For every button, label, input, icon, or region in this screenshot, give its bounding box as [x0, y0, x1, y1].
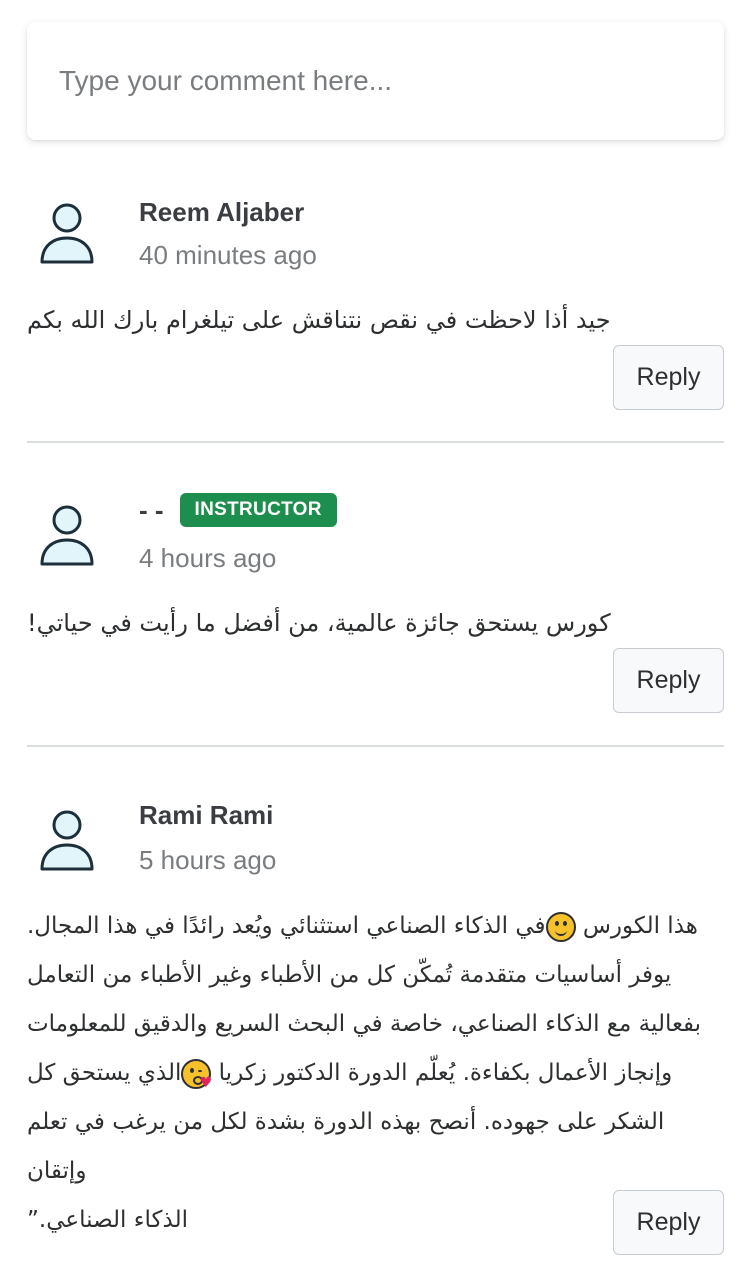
comment-time: 5 hours ago	[139, 845, 277, 875]
reply-button[interactable]: Reply	[613, 648, 724, 713]
comment-line: كورس يستحق جائزة عالمية، من أفضل ما رأيت…	[27, 609, 611, 637]
comment-line: هذا الكورس في الذكاء الصناعي استثنائي وي…	[27, 902, 724, 951]
reply-button[interactable]: Reply	[613, 345, 724, 410]
user-avatar-icon	[40, 203, 94, 264]
face-blowing-kiss-icon: ♥	[181, 1058, 212, 1090]
comment-line: جيد أذا لاحظت في نقص نتناقش على تيلغرام …	[27, 306, 611, 334]
comment-text: جيد أذا لاحظت في نقص نتناقش على تيلغرام …	[27, 306, 724, 334]
author-name: Reem Aljaber	[139, 197, 305, 227]
divider	[27, 745, 724, 747]
comment-line: وإنجاز الأعمال بكفاءة. يُعلّم الدورة الد…	[27, 1049, 724, 1098]
comment-text-segment: وإنجاز الأعمال بكفاءة. يُعلّم الدورة الد…	[211, 1060, 673, 1086]
user-avatar-icon	[40, 505, 94, 566]
user-avatar-icon	[40, 810, 94, 871]
comment-line: بفعالية مع الذكاء الصناعي، خاصة في البحث…	[27, 1011, 702, 1037]
comment-text-segment: هذا الكورس	[575, 913, 698, 939]
slightly-smiling-face-icon	[545, 911, 576, 942]
reply-button[interactable]: Reply	[613, 1190, 724, 1255]
author-row: Rami Rami	[139, 800, 273, 831]
author-name: Rami Rami	[139, 800, 274, 830]
author-name: - -	[139, 494, 164, 525]
comment-input[interactable]	[27, 22, 724, 140]
comment-time: 40 minutes ago	[139, 240, 317, 270]
instructor-badge: INSTRUCTOR	[179, 493, 337, 527]
comment-text-segment: في الذكاء الصناعي استثنائي ويُعد رائدًا …	[27, 913, 546, 939]
comment-line: يوفر أساسيات متقدمة تُمكّن كل من الأطباء…	[27, 962, 672, 988]
author-row: - - INSTRUCTOR	[139, 493, 337, 527]
comment-input-box	[27, 22, 724, 140]
comment-text-segment: الذي يستحق كل	[27, 1060, 182, 1086]
comment-text: كورس يستحق جائزة عالمية، من أفضل ما رأيت…	[27, 609, 724, 637]
comment-time: 4 hours ago	[139, 543, 277, 573]
divider	[27, 441, 724, 443]
comment-line: الشكر على جهوده. أنصح بهذه الدورة بشدة ل…	[27, 1109, 665, 1184]
author-row: Reem Aljaber	[139, 197, 304, 228]
